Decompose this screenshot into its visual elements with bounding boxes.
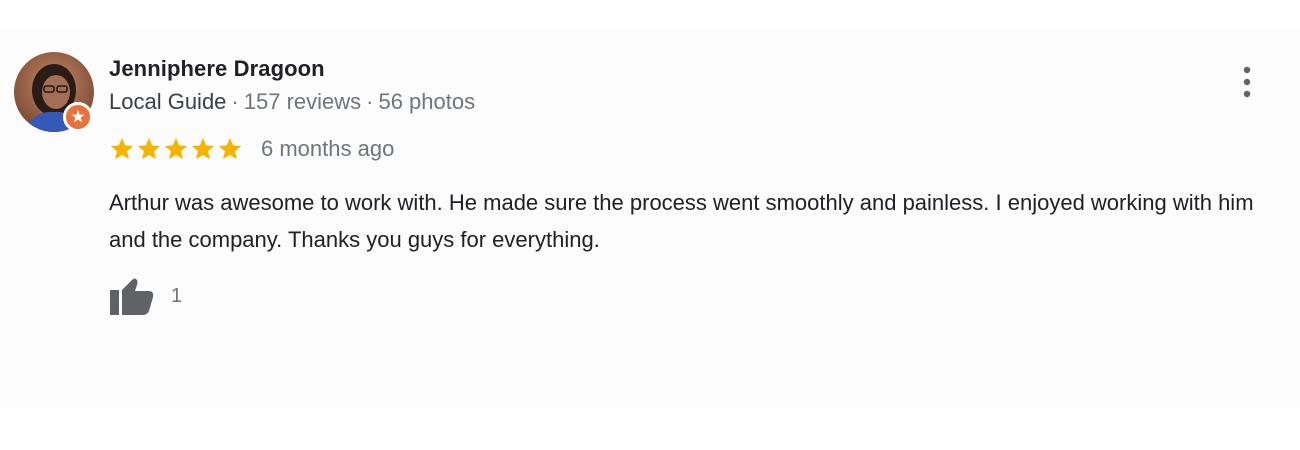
review-age: 6 months ago	[261, 136, 395, 161]
star-icon	[191, 137, 215, 160]
local-guide-star-icon	[71, 110, 85, 123]
more-vert-icon	[1243, 66, 1251, 98]
thumbs-up-icon[interactable]	[108, 276, 156, 316]
star-icon	[164, 137, 188, 160]
meta-separator: ·	[366, 89, 374, 114]
star-icon	[137, 137, 161, 160]
star-rating	[109, 136, 243, 162]
star-icon	[218, 137, 242, 160]
review-text: Arthur was awesome to work with. He made…	[109, 190, 1254, 252]
local-guide-badge	[63, 102, 93, 132]
author-meta: Local Guide · 157 reviews · 56 photos	[109, 89, 475, 115]
like-count: 1	[171, 284, 183, 307]
more-options-button[interactable]	[1232, 66, 1262, 102]
photos-count: 56 photos	[378, 89, 476, 114]
like-row: 1	[108, 276, 182, 316]
star-icon	[110, 137, 134, 160]
reviews-count: 157 reviews	[243, 89, 362, 114]
author-name[interactable]: Jenniphere Dragoon	[109, 56, 325, 82]
local-guide-label: Local Guide	[109, 89, 227, 114]
rating-row: 6 months ago	[109, 133, 394, 165]
meta-separator: ·	[231, 89, 239, 114]
